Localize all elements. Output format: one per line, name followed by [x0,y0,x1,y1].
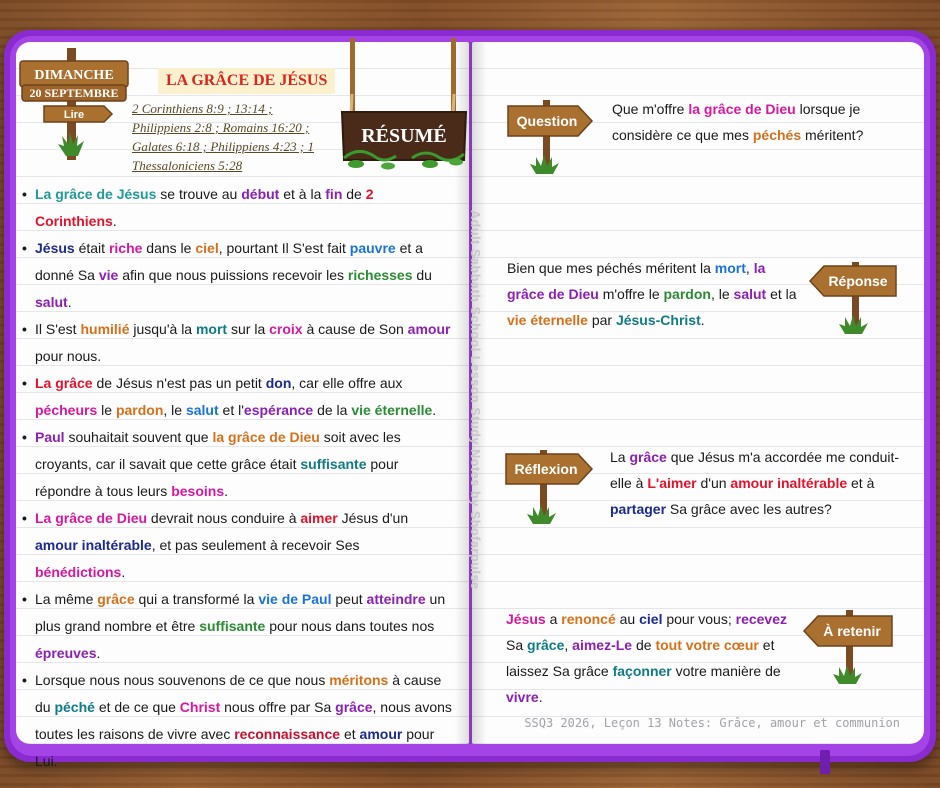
highlight-term: La grâce [35,375,93,391]
highlight-term: suffisante [199,618,266,634]
highlight-term: amour inaltérable [35,537,152,553]
reference-line[interactable]: 2 Corinthiens 8:9 ; 13:14 ; [132,99,332,118]
bullet-item: La grâce de Jésus se trouve au début et … [20,181,452,235]
highlight-term: grâce [527,637,565,653]
highlight-term: grâce [335,699,373,715]
bullet-item: La même grâce qui a transformé la vie de… [20,586,452,667]
retenir-text: Jésus a renoncé au ciel pour vous; recev… [506,611,788,705]
question-text: Que m'offre la grâce de Dieu lorsque je … [612,101,864,143]
highlight-term: salut [185,402,219,418]
summary-sign-label: RÉSUMÉ [361,124,447,147]
reference-line[interactable]: Galates 6:18 ; Philippiens 4:23 ; 1 [132,137,332,156]
highlight-term: espérance [243,402,314,418]
highlight-term: vivre [506,689,539,705]
highlight-term: salut [733,286,767,302]
highlight-term: fin [325,186,343,202]
highlight-term: recevez [735,611,788,627]
highlight-term: humilié [80,321,130,337]
highlight-term: pécheurs [35,402,98,418]
bullet-item: Paul souhaitait souvent que la grâce de … [20,424,452,505]
highlight-term: croix [269,321,303,337]
date-label: 20 SEPTEMBRE [29,86,118,100]
summary-sign-icon: RÉSUMÉ [340,38,468,170]
highlight-term: vie de Paul [258,591,332,607]
highlight-term: tout votre cœur [655,637,759,653]
highlight-term: L'aimer [647,475,697,491]
highlight-term: salut [35,294,68,310]
highlight-term: aimer [300,510,338,526]
highlight-term: don [265,375,292,391]
highlight-term: pardon [663,286,711,302]
highlight-term: mort [714,260,746,276]
reponse-text: Bien que mes péchés méritent la mort, la… [507,260,797,328]
reference-line[interactable]: Thessaloniciens 5:28 [132,156,332,175]
reflexion-text: La grâce que Jésus m'a accordée me condu… [610,449,900,517]
day-label: DIMANCHE [34,68,113,83]
watermark: Adult Sabbath School Lesson Study Notes … [468,210,482,590]
highlight-term: façonner [612,663,672,679]
bullet-item: Il S'est humilié jusqu'à la mort sur la … [20,316,452,370]
highlight-term: Paul [35,429,65,445]
highlight-term: pauvre [349,240,396,256]
highlight-term: riche [108,240,143,256]
highlight-term: richesses [347,267,413,283]
highlight-term: Jésus [35,240,75,256]
question-sign-icon: Question [507,100,594,174]
highlight-term: la grâce de Dieu [688,101,796,117]
highlight-term: pardon [115,402,164,418]
read-label: Lire [64,109,84,121]
highlight-term: ciel [639,611,663,627]
highlight-term: Jésus [506,611,546,627]
reflexion-label: Réflexion [514,461,577,477]
highlight-term: Christ [179,699,221,715]
highlight-term: Jésus-Christ [615,312,701,328]
bookmark-band [820,750,830,774]
highlight-term: mort [195,321,228,337]
summary-bullet-list: La grâce de Jésus se trouve au début et … [20,181,452,775]
reference-line[interactable]: Philippiens 2:8 ; Romains 16:20 ; [132,118,332,137]
footer-caption: SSQ3 2026, Leçon 13 Notes: Grâce, amour … [524,716,900,730]
highlight-term: renoncé [561,611,616,627]
highlight-term: La grâce de Dieu [35,510,148,526]
reflexion-sign-icon: Réflexion [505,450,594,524]
highlight-term: amour inaltérable [730,475,848,491]
highlight-term: suffisante [300,456,367,472]
highlight-term: vie [98,267,119,283]
highlight-term: péché [54,699,95,715]
highlight-term: La grâce de Jésus [35,186,157,202]
bullet-item: La grâce de Dieu devrait nous conduire à… [20,505,452,586]
reponse-sign-icon: Réponse [808,262,897,334]
highlight-term: besoins [171,483,225,499]
highlight-term: péchés [752,127,802,143]
highlight-term: ciel [195,240,219,256]
question-label: Question [517,113,578,129]
highlight-term: amour [359,726,403,742]
highlight-term: grâce [97,591,135,607]
lesson-title: LA GRÂCE DE JÉSUS [158,68,336,94]
highlight-term: début [241,186,280,202]
highlight-term: grâce [629,449,667,465]
reponse-label: Réponse [828,273,887,289]
highlight-term: bénédictions [35,564,122,580]
highlight-term: vie éternelle [351,402,433,418]
bible-references[interactable]: 2 Corinthiens 8:9 ; 13:14 ; Philippiens … [132,99,332,175]
retenir-sign-icon: À retenir [802,610,893,684]
highlight-term: méritons [329,672,389,688]
bullet-item: Lorsque nous nous souvenons de ce que no… [20,667,452,775]
bullet-item: La grâce de Jésus n'est pas un petit don… [20,370,452,424]
highlight-term: épreuves [35,645,97,661]
retenir-label: À retenir [823,623,881,639]
highlight-term: la grâce de Dieu [212,429,320,445]
highlight-term: partager [610,501,667,517]
day-signpost-icon: DIMANCHE 20 SEPTEMBRE Lire [19,48,129,160]
highlight-term: amour [407,321,451,337]
highlight-term: atteindre [366,591,426,607]
highlight-term: reconnaissance [234,726,341,742]
highlight-term: vie éternelle [507,312,588,328]
bullet-item: Jésus était riche dans le ciel, pourtant… [20,235,452,316]
highlight-term: aimez-Le [572,637,633,653]
